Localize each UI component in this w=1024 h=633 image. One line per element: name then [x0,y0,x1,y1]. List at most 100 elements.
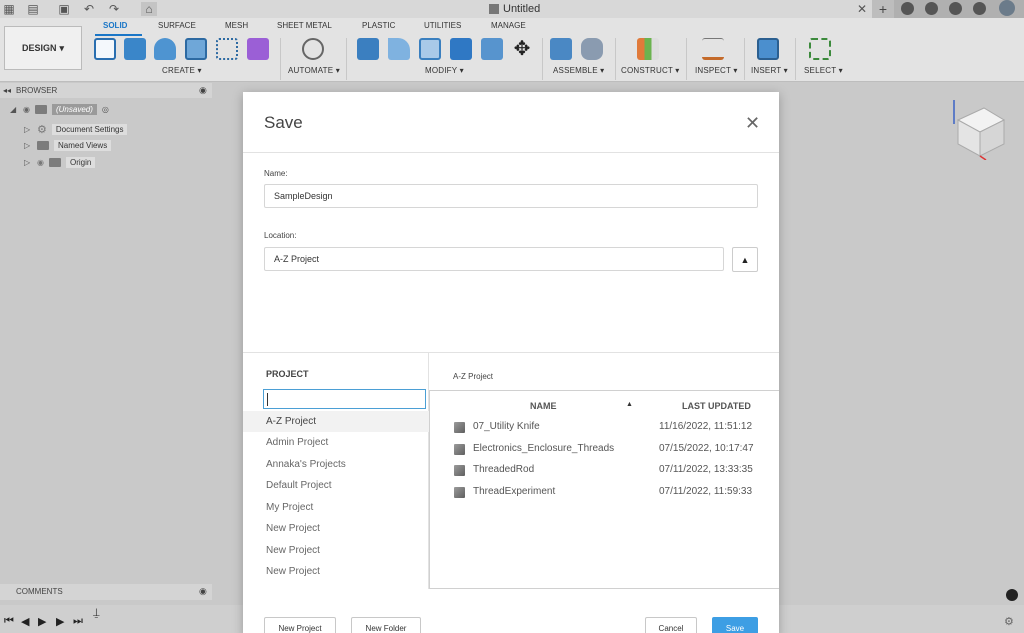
close-tab-icon[interactable]: ✕ [855,2,869,16]
close-icon[interactable]: ✕ [745,114,760,132]
measure-icon[interactable] [702,38,724,60]
fillet-icon[interactable] [388,38,410,60]
assemble-menu[interactable]: ASSEMBLE ▾ [553,66,604,75]
insert-image-icon[interactable] [757,38,779,60]
select-icon[interactable] [809,38,831,60]
collapsed-triangle-icon[interactable]: ▷ [24,141,32,150]
construct-menu[interactable]: CONSTRUCT ▾ [621,66,680,75]
create-sketch-icon[interactable] [94,38,116,60]
insert-menu[interactable]: INSERT ▾ [751,66,788,75]
view-cube[interactable] [950,98,1010,160]
tab-surface[interactable]: SURFACE [158,21,196,30]
project-item[interactable]: Default Project [243,475,429,496]
divider [243,152,779,153]
automate-menu[interactable]: AUTOMATE ▾ [288,66,340,75]
new-tab-icon[interactable]: + [872,0,894,18]
activate-radio-icon[interactable]: ◎ [102,105,109,114]
form-icon[interactable] [247,38,269,60]
table-row[interactable]: ThreadExperiment 07/11/2022, 11:59:33 [430,482,779,503]
browser-panel-header[interactable]: ◂◂ BROWSER ◉ [0,83,212,98]
save-icon[interactable]: ▣ [57,2,71,16]
redo-icon[interactable]: ↷ [107,2,121,16]
navigation-toggle-icon[interactable] [1006,589,1018,601]
help-icon[interactable] [973,2,986,15]
project-item[interactable]: New Project [243,518,429,539]
table-row[interactable]: 07_Utility Knife 11/16/2022, 11:51:12 [430,417,779,438]
inspect-menu[interactable]: INSPECT ▾ [695,66,738,75]
location-collapse-button[interactable]: ▲ [732,247,758,272]
location-field[interactable]: A-Z Project [264,247,724,271]
table-row[interactable]: Electronics_Enclosure_Threads 07/15/2022… [430,439,779,460]
breadcrumb[interactable]: A-Z Project [453,372,493,381]
combine-icon[interactable] [481,38,503,60]
play-icon[interactable]: ▶ [38,615,46,628]
press-pull-icon[interactable] [357,38,379,60]
panel-toggle-icon[interactable]: ◉ [199,586,207,597]
move-icon[interactable]: ✥ [511,38,533,60]
tab-utilities[interactable]: UTILITIES [424,21,461,30]
shell-icon[interactable] [450,38,472,60]
new-component-icon[interactable] [550,38,572,60]
visibility-eye-icon[interactable]: ◉ [23,105,30,114]
offset-plane-icon[interactable] [637,38,659,60]
modify-menu[interactable]: MODIFY ▾ [425,66,464,75]
project-item[interactable]: My Project [243,497,429,518]
automate-icon[interactable] [302,38,324,60]
browser-item-document-settings[interactable]: ▷ ⚙ Document Settings [24,123,128,136]
project-item[interactable]: New Project [243,540,429,561]
new-folder-button[interactable]: New Folder [351,617,421,633]
project-item[interactable]: Admin Project [243,432,429,453]
undo-icon[interactable]: ↶ [82,2,96,16]
project-item[interactable]: A-Z Project [243,411,429,432]
revolve-icon[interactable] [154,38,176,60]
go-to-start-icon[interactable]: ⏮ [4,615,14,628]
extrude-icon[interactable] [124,38,146,60]
project-search-input[interactable] [263,389,426,409]
dialog-title: Save [264,113,303,132]
timeline-marker-icon[interactable]: ⍊ [93,607,100,620]
tab-sheet-metal[interactable]: SHEET METAL [277,21,332,30]
column-header-name[interactable]: NAME [530,401,557,411]
collapse-panel-icon[interactable]: ◂◂ [3,86,11,95]
sort-ascending-icon[interactable]: ▲ [626,401,633,408]
notifications-icon[interactable] [949,2,962,15]
browser-item-named-views[interactable]: ▷ Named Views [24,140,112,151]
cancel-button[interactable]: Cancel [645,617,697,633]
home-icon[interactable]: ⌂ [141,2,157,16]
hole-icon[interactable] [185,38,207,60]
step-forward-icon[interactable]: ▶ [56,615,64,628]
name-field[interactable]: SampleDesign [264,184,758,208]
table-row[interactable]: ThreadedRod 07/11/2022, 13:33:35 [430,460,779,481]
pattern-icon[interactable] [216,38,238,60]
joint-icon[interactable] [581,38,603,60]
user-avatar[interactable] [999,0,1015,16]
select-menu[interactable]: SELECT ▾ [804,66,843,75]
browser-root-item[interactable]: ◢ ◉ (Unsaved) ◎ [10,104,109,115]
comments-panel-header[interactable]: COMMENTS ◉ [0,584,212,600]
tab-manage[interactable]: MANAGE [491,21,526,30]
visibility-eye-icon[interactable]: ◉ [37,158,44,167]
timeline-settings-gear-icon[interactable]: ⚙ [1004,615,1014,628]
expanded-triangle-icon[interactable]: ◢ [10,105,18,114]
job-status-icon[interactable] [925,2,938,15]
save-button[interactable]: Save [712,617,758,633]
project-item[interactable]: Annaka's Projects [243,454,429,475]
new-project-button[interactable]: New Project [264,617,336,633]
app-grid-icon[interactable]: ▦ [2,2,16,16]
create-menu[interactable]: CREATE ▾ [162,66,202,75]
panel-toggle-icon[interactable]: ◉ [199,85,207,96]
tab-solid[interactable]: SOLID [103,21,127,30]
collapsed-triangle-icon[interactable]: ▷ [24,158,32,167]
tab-mesh[interactable]: MESH [225,21,248,30]
browser-item-origin[interactable]: ▷ ◉ Origin [24,157,96,168]
collapsed-triangle-icon[interactable]: ▷ [24,125,32,134]
tab-plastic[interactable]: PLASTIC [362,21,395,30]
column-header-last-updated[interactable]: LAST UPDATED [682,401,751,411]
chamfer-icon[interactable] [419,38,441,60]
extensions-icon[interactable] [901,2,914,15]
go-to-end-icon[interactable]: ⏭ [73,615,83,628]
step-back-icon[interactable]: ◀ [21,615,29,628]
file-menu-icon[interactable]: ▤ [26,2,40,16]
workspace-switcher[interactable]: DESIGN ▾ [4,26,82,70]
project-item[interactable]: New Project [243,561,429,582]
